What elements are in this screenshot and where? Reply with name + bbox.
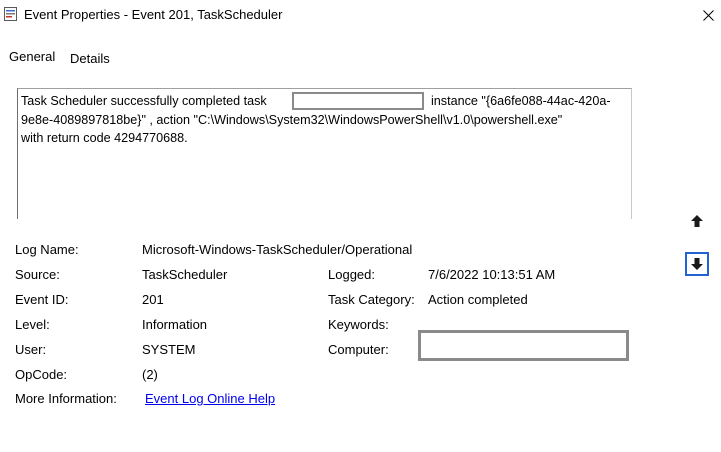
event-id-value: 201 <box>142 292 164 307</box>
source-value: TaskScheduler <box>142 267 228 282</box>
level-value: Information <box>142 317 208 332</box>
description-line-1-start: Task Scheduler successfully completed ta… <box>21 94 267 108</box>
close-button[interactable] <box>695 2 721 28</box>
event-log-online-help-link[interactable]: Event Log Online Help <box>145 391 275 406</box>
description-line-2: 9e8e-4089897818be}" , action "C:\Windows… <box>21 113 563 127</box>
window-title: Event Properties - Event 201, TaskSchedu… <box>24 7 283 22</box>
log-name-value: Microsoft-Windows-TaskScheduler/Operatio… <box>142 242 413 257</box>
user-value: SYSTEM <box>142 342 196 357</box>
description-line-3: with return code 4294770688. <box>21 131 188 145</box>
level-label: Level: <box>15 317 50 332</box>
tab-details[interactable]: Details <box>70 51 110 66</box>
user-label: User: <box>15 342 47 357</box>
previous-event-button[interactable] <box>685 209 709 233</box>
event-viewer-icon <box>4 7 17 21</box>
logged-value: 7/6/2022 10:13:51 AM <box>428 267 556 282</box>
arrow-up-icon <box>691 215 703 227</box>
arrow-down-icon <box>691 258 703 270</box>
keywords-label: Keywords: <box>328 317 389 332</box>
source-label: Source: <box>15 267 60 282</box>
more-information-label: More Information: <box>15 391 117 406</box>
next-event-button[interactable] <box>685 252 709 276</box>
computer-label: Computer: <box>328 342 389 357</box>
task-category-value: Action completed <box>428 292 528 307</box>
log-name-label: Log Name: <box>15 242 79 257</box>
opcode-value: (2) <box>142 367 158 382</box>
redacted-task-name <box>292 92 424 110</box>
task-category-label: Task Category: <box>328 292 415 307</box>
tab-general[interactable]: General <box>9 49 55 64</box>
opcode-label: OpCode: <box>15 367 68 382</box>
redacted-computer-name <box>418 330 629 361</box>
event-id-label: Event ID: <box>15 292 69 307</box>
close-icon <box>702 9 714 21</box>
description-line-1-end: instance "{6a6fe088-44ac-420a- <box>431 94 611 108</box>
logged-label: Logged: <box>328 267 375 282</box>
